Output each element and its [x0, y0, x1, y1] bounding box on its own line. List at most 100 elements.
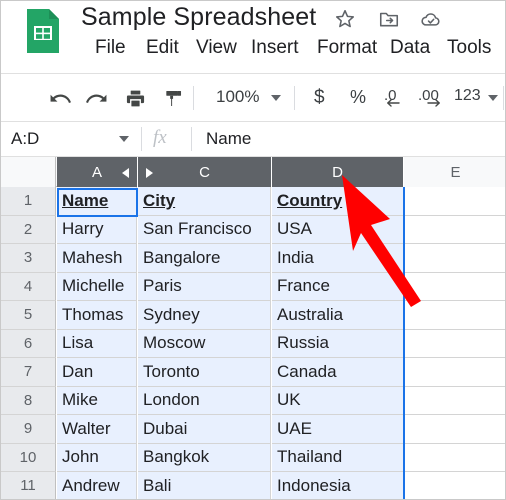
- cell-A3[interactable]: Mahesh: [57, 244, 137, 273]
- cell-A1[interactable]: Name: [57, 187, 137, 216]
- cell-D6[interactable]: Russia: [272, 329, 404, 358]
- menu-item-format[interactable]: Format: [317, 37, 377, 59]
- cell-C1[interactable]: City: [138, 187, 271, 216]
- cell-C9[interactable]: Dubai: [138, 415, 271, 444]
- column-header-A[interactable]: A: [57, 157, 138, 187]
- cell-A6[interactable]: Lisa: [57, 329, 137, 358]
- selection-right-edge: [403, 187, 405, 499]
- cell-C10[interactable]: Bangkok: [138, 443, 271, 472]
- cell-E2[interactable]: [405, 215, 505, 244]
- cell-D7[interactable]: Canada: [272, 358, 404, 387]
- cell-D8[interactable]: UK: [272, 386, 404, 415]
- cell-E1[interactable]: [405, 187, 505, 216]
- row-header-9[interactable]: 9: [1, 415, 56, 444]
- cell-C2[interactable]: San Francisco: [138, 215, 271, 244]
- cell-E4[interactable]: [405, 272, 505, 301]
- cell-D4[interactable]: France: [272, 272, 404, 301]
- cell-A5[interactable]: Thomas: [57, 301, 137, 330]
- paint-format-icon[interactable]: [159, 84, 187, 112]
- title-bar: Sample Spreadsheet File Edit View Insert: [1, 1, 505, 73]
- column-header-D[interactable]: D: [272, 157, 404, 187]
- star-icon[interactable]: [334, 8, 356, 30]
- cell-A2[interactable]: Harry: [57, 215, 137, 244]
- cell-D2[interactable]: USA: [272, 215, 404, 244]
- more-formats-button[interactable]: 123: [454, 87, 481, 105]
- cell-A7[interactable]: Dan: [57, 358, 137, 387]
- menu-item-file[interactable]: File: [95, 37, 126, 59]
- spreadsheet-grid[interactable]: A C D E 1 Name City Country 2 Harry San Franci…: [1, 157, 505, 499]
- formula-bar: A:D fx Name: [1, 122, 505, 156]
- menu-item-tools[interactable]: Tools: [447, 37, 491, 59]
- cell-C5[interactable]: Sydney: [138, 301, 271, 330]
- cell-D1[interactable]: Country: [272, 187, 404, 216]
- hidden-column-left-arrow-icon[interactable]: [122, 168, 129, 178]
- row-header-3[interactable]: 3: [1, 244, 56, 273]
- menu-item-data[interactable]: Data: [390, 37, 430, 59]
- cell-E6[interactable]: [405, 329, 505, 358]
- row-header-11[interactable]: 11: [1, 472, 56, 499]
- cell-C6[interactable]: Moscow: [138, 329, 271, 358]
- document-title[interactable]: Sample Spreadsheet: [81, 3, 316, 32]
- cell-D11[interactable]: Indonesia: [272, 472, 404, 499]
- name-box[interactable]: A:D: [11, 128, 131, 150]
- cell-A4[interactable]: Michelle: [57, 272, 137, 301]
- cloud-saved-icon[interactable]: [420, 8, 442, 30]
- zoom-dropdown-caret-icon[interactable]: [266, 84, 286, 112]
- row-header-2[interactable]: 2: [1, 215, 56, 244]
- name-box-caret-icon[interactable]: [119, 136, 129, 142]
- cell-text: Dan: [62, 361, 94, 381]
- cell-D5[interactable]: Australia: [272, 301, 404, 330]
- cell-C3[interactable]: Bangalore: [138, 244, 271, 273]
- column-header-C[interactable]: C: [138, 157, 272, 187]
- cell-E7[interactable]: [405, 358, 505, 387]
- hidden-column-right-arrow-icon[interactable]: [146, 168, 153, 178]
- cell-C4[interactable]: Paris: [138, 272, 271, 301]
- cell-E9[interactable]: [405, 415, 505, 444]
- cell-A9[interactable]: Walter: [57, 415, 137, 444]
- cell-D10[interactable]: Thailand: [272, 443, 404, 472]
- row-header-1[interactable]: 1: [1, 187, 56, 216]
- cell-E3[interactable]: [405, 244, 505, 273]
- menu-item-view[interactable]: View: [196, 37, 237, 59]
- cell-C8[interactable]: London: [138, 386, 271, 415]
- redo-icon[interactable]: [83, 84, 111, 112]
- cell-E8[interactable]: [405, 386, 505, 415]
- column-header-E-label: E: [450, 163, 461, 181]
- cell-C11[interactable]: Bali: [138, 472, 271, 499]
- row-header-8[interactable]: 8: [1, 386, 56, 415]
- formula-bar-divider-2: [191, 127, 192, 151]
- row-header-label: 5: [23, 306, 33, 324]
- cell-E11[interactable]: [405, 472, 505, 499]
- cell-D3[interactable]: India: [272, 244, 404, 273]
- cell-C7[interactable]: Toronto: [138, 358, 271, 387]
- row-header-4[interactable]: 4: [1, 272, 56, 301]
- cell-text: Mahesh: [62, 247, 123, 267]
- cell-A10[interactable]: John: [57, 443, 137, 472]
- zoom-level-label[interactable]: 100%: [216, 87, 259, 107]
- increase-decimal-arrow-icon[interactable]: [426, 98, 442, 108]
- cell-A8[interactable]: Mike: [57, 386, 137, 415]
- format-currency-button[interactable]: $: [314, 87, 325, 109]
- cell-text: Country: [277, 190, 343, 210]
- cell-E5[interactable]: [405, 301, 505, 330]
- menu-item-insert[interactable]: Insert: [251, 37, 299, 59]
- undo-icon[interactable]: [46, 84, 74, 112]
- cell-A11[interactable]: Andrew: [57, 472, 137, 499]
- column-header-E[interactable]: E: [404, 157, 505, 187]
- formula-input[interactable]: Name: [206, 129, 251, 149]
- decrease-decimal-arrow-icon[interactable]: [385, 98, 401, 108]
- select-all-corner[interactable]: [1, 157, 56, 187]
- cell-text: San Francisco: [143, 219, 252, 239]
- format-percent-button[interactable]: %: [350, 87, 366, 108]
- move-to-folder-icon[interactable]: [378, 8, 400, 30]
- cell-text: Michelle: [62, 276, 125, 296]
- more-formats-caret-icon[interactable]: [485, 84, 501, 112]
- row-header-7[interactable]: 7: [1, 358, 56, 387]
- row-header-10[interactable]: 10: [1, 443, 56, 472]
- menu-item-edit[interactable]: Edit: [146, 37, 179, 59]
- row-header-6[interactable]: 6: [1, 329, 56, 358]
- cell-E10[interactable]: [405, 443, 505, 472]
- row-header-5[interactable]: 5: [1, 301, 56, 330]
- print-icon[interactable]: [121, 84, 149, 112]
- cell-D9[interactable]: UAE: [272, 415, 404, 444]
